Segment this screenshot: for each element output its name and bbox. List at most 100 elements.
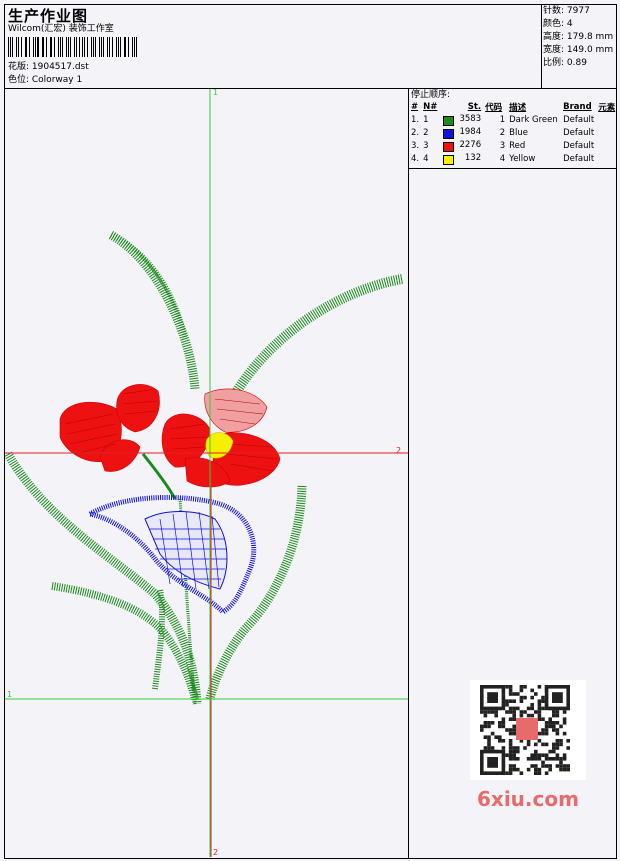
qr-module xyxy=(555,713,560,718)
qr-module xyxy=(483,710,488,714)
barcode-bar xyxy=(37,37,39,57)
row-code: 1 xyxy=(499,114,506,125)
qr-module xyxy=(559,742,563,747)
qr-module xyxy=(508,771,513,775)
qr-module xyxy=(498,724,502,729)
qr-module xyxy=(537,739,542,743)
qr-module xyxy=(501,724,506,729)
qr-module xyxy=(490,721,495,725)
panel-divider xyxy=(408,88,409,859)
col-header: 描述 xyxy=(509,102,527,113)
barcode-bar xyxy=(112,37,114,57)
blue-leaf-lattice xyxy=(144,511,228,590)
qr-module xyxy=(501,721,506,725)
col-header: St. xyxy=(467,101,482,112)
qr-module xyxy=(541,764,545,768)
qr-module xyxy=(512,767,516,772)
qr-finder xyxy=(487,757,498,768)
stops-bottom-divider xyxy=(408,168,617,169)
qr-module xyxy=(552,749,556,754)
stop-sequence-table: # N# St. 代码 描述 Brand 元素 1. 1 3583 1 Dark Gre… xyxy=(409,100,617,165)
qr-module xyxy=(555,757,560,761)
qr-module xyxy=(555,753,560,757)
qr-module xyxy=(544,764,549,768)
barcode-bar xyxy=(70,37,72,57)
row-stitches: 132 xyxy=(441,152,483,165)
leaf-tall-left xyxy=(108,231,200,390)
qr-module xyxy=(508,746,513,750)
table-row: 2. 2 1984 2 Blue Default xyxy=(409,126,617,139)
qr-module xyxy=(544,757,549,761)
qr-module xyxy=(552,721,556,725)
col-header: # xyxy=(411,101,419,112)
qr-module xyxy=(508,728,513,732)
qr-module xyxy=(512,717,516,721)
qr-module xyxy=(548,767,552,772)
barcode-bar xyxy=(15,37,17,57)
blue-leaf xyxy=(82,494,257,616)
color-swatch xyxy=(443,128,455,139)
barcode-bar xyxy=(8,37,9,57)
qr-module xyxy=(483,724,488,729)
qr-module xyxy=(516,706,520,711)
row-stitches: 3583 xyxy=(441,113,483,126)
qr-finder xyxy=(487,692,498,703)
qr-module xyxy=(559,739,563,743)
qr-module xyxy=(512,706,516,711)
qr-module xyxy=(487,724,491,729)
qr-module xyxy=(519,713,524,718)
colorway-name: 色位: Colorway 1 xyxy=(8,75,83,85)
qr-module xyxy=(541,753,545,757)
qr-module xyxy=(530,713,534,718)
axis-label-top: 1 xyxy=(213,88,219,97)
qr-module xyxy=(483,721,488,725)
qr-module xyxy=(508,757,513,761)
qr-module xyxy=(552,713,556,718)
qr-module xyxy=(541,760,545,765)
row-stitches: 2276 xyxy=(441,139,483,152)
watermark-text: 6xiu.com xyxy=(477,787,579,811)
qr-module xyxy=(541,728,545,732)
qr-module xyxy=(505,771,509,775)
qr-module xyxy=(541,717,545,721)
row-desc: Red xyxy=(509,140,526,151)
leaf-right-lower xyxy=(205,485,307,701)
qr-module xyxy=(537,753,542,757)
qr-module xyxy=(537,706,542,711)
qr-module xyxy=(490,710,495,714)
qr-module xyxy=(548,757,552,761)
row-brand: Default xyxy=(563,114,595,125)
qr-module xyxy=(516,757,520,761)
table-header-row: # N# St. 代码 描述 Brand 元素 xyxy=(409,100,617,113)
qr-module xyxy=(512,728,516,732)
row-element xyxy=(596,139,617,152)
qr-module xyxy=(562,767,567,772)
qr-module xyxy=(512,710,516,714)
qr-module xyxy=(541,731,545,736)
qr-module xyxy=(494,713,498,718)
qr-module xyxy=(555,731,560,736)
qr-module xyxy=(512,753,516,757)
qr-module xyxy=(516,692,520,696)
qr-module xyxy=(516,749,520,754)
row-stitches: 1984 xyxy=(441,126,483,139)
barcode-bar xyxy=(45,37,47,57)
color-swatch xyxy=(443,141,455,152)
qr-module xyxy=(544,724,549,729)
qr-module xyxy=(483,713,488,718)
qr-module xyxy=(508,717,513,721)
qr-module xyxy=(487,735,491,739)
qr-logo xyxy=(516,718,538,740)
qr-module xyxy=(512,692,516,696)
qr-module xyxy=(526,742,531,747)
qr-module xyxy=(559,757,563,761)
qr-module xyxy=(530,703,534,707)
qr-module xyxy=(487,739,491,743)
qr-module xyxy=(508,699,513,703)
qr-module xyxy=(559,724,563,729)
qr-module xyxy=(555,728,560,732)
qr-module xyxy=(523,710,527,714)
row-n: 1 xyxy=(423,114,429,125)
color-swatch xyxy=(443,115,455,126)
qr-module xyxy=(501,746,506,750)
